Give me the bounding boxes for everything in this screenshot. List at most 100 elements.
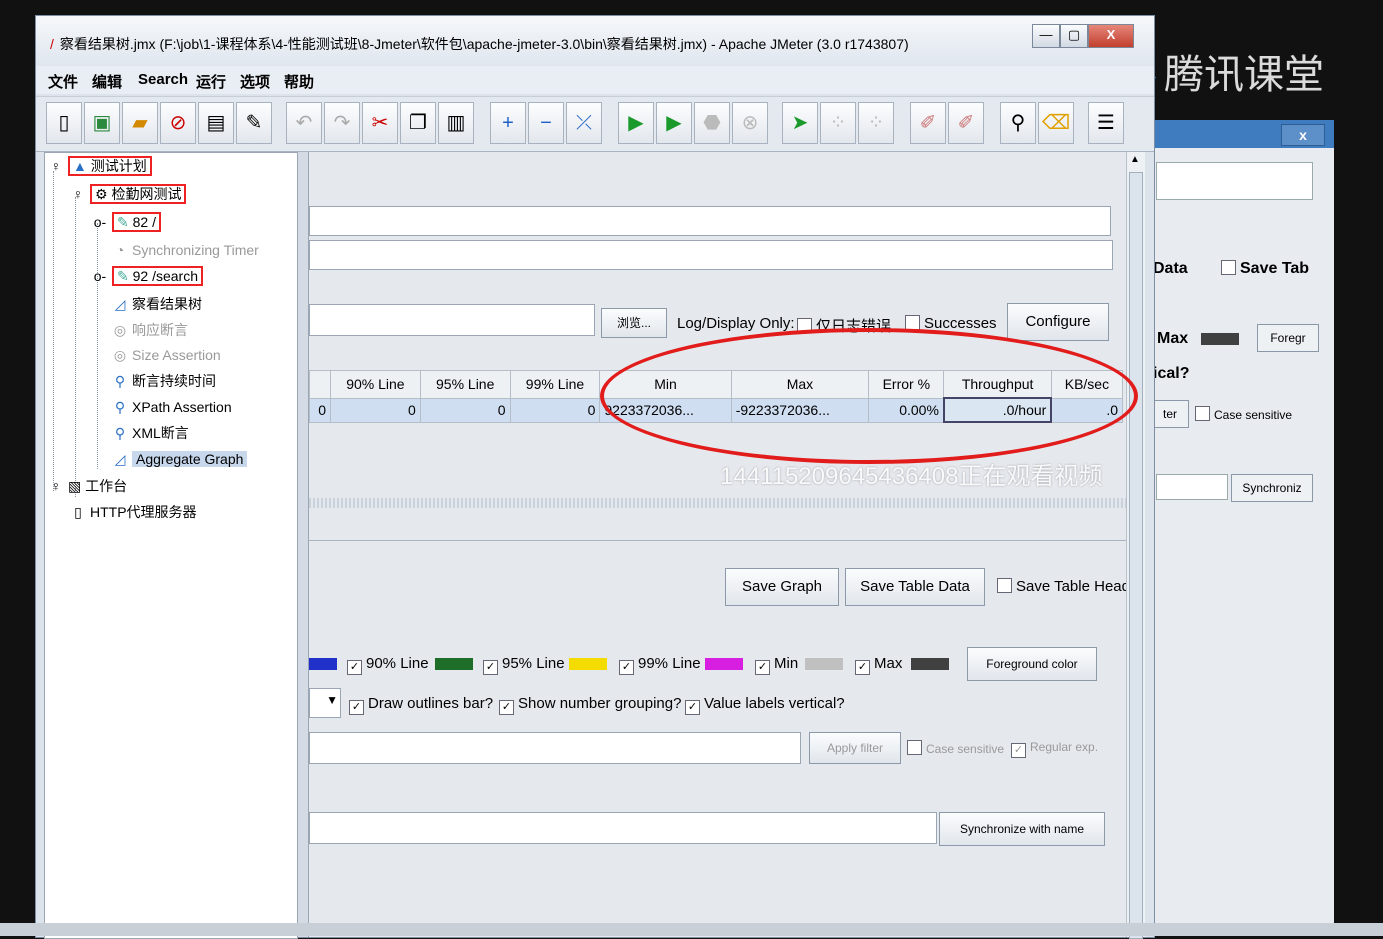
menu-run[interactable]: 运行 xyxy=(196,71,226,92)
horizontal-split-divider[interactable] xyxy=(309,498,1127,508)
viewer-watermark: 1441152096454364​08正在观看视频 xyxy=(720,463,1103,490)
draw-outlines-checkbox[interactable]: ✓ Draw outlines bar? xyxy=(349,695,493,715)
expand-icon[interactable]: + xyxy=(490,102,526,144)
name-field[interactable] xyxy=(309,206,1111,236)
redo-icon[interactable]: ↷ xyxy=(324,102,360,144)
save-table-data-button[interactable]: Save Table Data xyxy=(845,568,985,606)
background-foreground-button[interactable]: Foregr xyxy=(1257,324,1319,352)
column-header[interactable]: 99% Line xyxy=(509,370,601,399)
menu-file[interactable]: 文件 xyxy=(48,71,78,92)
save-as-icon[interactable]: ✎ xyxy=(236,102,272,144)
window-title: / 察看结果树.jmx (F:\job\1-课程体系\4-性能测试班\8-Jmet… xyxy=(50,36,909,52)
templates-icon[interactable]: ▣ xyxy=(84,102,120,144)
background-close-button[interactable]: x xyxy=(1281,124,1325,146)
new-icon[interactable]: ▯ xyxy=(46,102,82,144)
case-sensitive-checkbox[interactable]: Case sensitive xyxy=(907,740,1004,756)
tree-node-duration-assertion[interactable]: ⚲ 断言持续时间 xyxy=(111,369,216,393)
expand-handle-icon: ♀ xyxy=(50,478,62,494)
series-min-checkbox[interactable]: ✓ Min xyxy=(755,655,798,675)
start-no-pause-icon[interactable]: ▶ xyxy=(656,102,692,144)
synchronize-button[interactable]: Synchronize with name xyxy=(939,812,1105,846)
menu-search[interactable]: Search xyxy=(138,71,188,88)
tree-node-size-assertion[interactable]: ◎ Size Assertion xyxy=(111,343,221,367)
magnifier-icon: ⚲ xyxy=(114,373,126,389)
undo-icon[interactable]: ↶ xyxy=(286,102,322,144)
shutdown-icon[interactable]: ⊗ xyxy=(732,102,768,144)
apply-filter-button[interactable]: Apply filter xyxy=(809,732,901,764)
configure-button[interactable]: Configure xyxy=(1007,303,1109,341)
tree-node-xpath-assertion[interactable]: ⚲ XPath Assertion xyxy=(111,395,232,419)
tree-node-view-results-tree[interactable]: ◿ 察看结果树 xyxy=(111,292,202,316)
tree-node-sampler-82[interactable]: o- ✎ 82 / xyxy=(91,210,161,234)
split-pane-divider[interactable] xyxy=(298,152,308,937)
tree-node-sampler-92[interactable]: o- ✎ 92 /search xyxy=(91,264,203,288)
sync-name-field[interactable] xyxy=(309,812,937,844)
paste-icon[interactable]: ▥ xyxy=(438,102,474,144)
clear-all-icon[interactable]: ✐ xyxy=(948,102,984,144)
background-case-sensitive[interactable]: Case sensitive xyxy=(1195,406,1292,422)
clear-icon[interactable]: ✐ xyxy=(910,102,946,144)
open-icon[interactable]: ▰ xyxy=(122,102,158,144)
comments-field[interactable] xyxy=(309,240,1113,270)
tree-node-xml-assertion[interactable]: ⚲ XML断言 xyxy=(111,421,189,445)
listener-icon: ◿ xyxy=(114,296,126,312)
save-table-header-checkbox[interactable]: Save Table Header xyxy=(997,578,1127,595)
filter-field[interactable] xyxy=(309,732,801,764)
series-90-checkbox[interactable]: ✓ 90% Line xyxy=(347,655,429,675)
series-99-checkbox[interactable]: ✓ 99% Line xyxy=(619,655,701,675)
save-graph-button[interactable]: Save Graph xyxy=(725,568,839,606)
number-grouping-checkbox[interactable]: ✓ Show number grouping? xyxy=(499,695,681,715)
column-header[interactable]: 90% Line xyxy=(330,370,421,399)
jmeter-feather-icon: / xyxy=(50,36,54,52)
series-max-checkbox[interactable]: ✓ Max xyxy=(855,655,902,675)
tree-node-aggregate-graph[interactable]: ◿ Aggregate Graph xyxy=(111,447,248,471)
tree-line xyxy=(53,171,54,491)
sampler-icon: ✎ xyxy=(117,268,129,284)
vertical-scrollbar[interactable]: ▲ xyxy=(1126,152,1145,939)
background-filter-button[interactable]: ter xyxy=(1151,400,1189,428)
background-save-tab[interactable]: Save Tab xyxy=(1221,260,1309,278)
background-max-label: Max xyxy=(1157,330,1189,347)
background-field[interactable] xyxy=(1156,162,1313,200)
scroll-up-icon[interactable]: ▲ xyxy=(1130,154,1140,165)
toggle-icon[interactable]: ⤫ xyxy=(566,102,602,144)
menu-help[interactable]: 帮助 xyxy=(284,71,314,92)
filename-field[interactable] xyxy=(309,304,595,336)
search-icon[interactable]: ⚲ xyxy=(1000,102,1036,144)
close-button[interactable]: X xyxy=(1088,24,1134,48)
series-95-checkbox[interactable]: ✓ 95% Line xyxy=(483,655,565,675)
column-header[interactable]: 95% Line xyxy=(419,370,511,399)
tree-node-response-assertion[interactable]: ◎ 响应断言 xyxy=(111,318,188,342)
table-cell: 0 xyxy=(509,397,601,423)
cut-icon[interactable]: ✂ xyxy=(362,102,398,144)
tree-node-thread-group[interactable]: ♀ ⚙ 检勤网测试 xyxy=(69,182,187,206)
tree-node-sync-timer[interactable]: ◔ Synchronizing Timer xyxy=(111,238,259,262)
menu-edit[interactable]: 编辑 xyxy=(92,71,122,92)
scrollbar-thumb[interactable] xyxy=(1129,172,1143,939)
remote-stop-icon[interactable]: ⁘ xyxy=(820,102,856,144)
reset-search-icon[interactable]: ⌫ xyxy=(1038,102,1074,144)
labels-vertical-checkbox[interactable]: ✓ Value labels vertical? xyxy=(685,695,845,715)
remote-start-icon[interactable]: ➤ xyxy=(782,102,818,144)
font-select[interactable]: ▼ xyxy=(309,688,341,718)
tree-node-http-proxy[interactable]: ▯ HTTP代理服务器 xyxy=(69,500,196,524)
minimize-button[interactable]: — xyxy=(1032,24,1060,48)
series-95-swatch xyxy=(569,658,607,670)
menu-options[interactable]: 选项 xyxy=(240,71,270,92)
close-file-icon[interactable]: ⊘ xyxy=(160,102,196,144)
copy-icon[interactable]: ❐ xyxy=(400,102,436,144)
tree-node-workbench[interactable]: ♀ ▧ 工作台 xyxy=(47,474,127,498)
maximize-button[interactable]: ▢ xyxy=(1060,24,1088,48)
tree-node-test-plan[interactable]: ♀ ▲ 测试计划 xyxy=(47,154,152,178)
background-sync-button[interactable]: Synchroniz xyxy=(1231,474,1313,502)
regular-exp-checkbox[interactable]: ✓ Regular exp. xyxy=(1011,740,1098,758)
collapse-icon[interactable]: − xyxy=(528,102,564,144)
foreground-color-button[interactable]: Foreground color xyxy=(967,647,1097,681)
start-icon[interactable]: ▶ xyxy=(618,102,654,144)
browse-button[interactable]: 浏览... xyxy=(601,308,667,338)
remote-shutdown-icon[interactable]: ⁘ xyxy=(858,102,894,144)
stop-icon[interactable]: ⬣ xyxy=(694,102,730,144)
background-sync-field[interactable] xyxy=(1156,474,1228,500)
function-helper-icon[interactable]: ☰ xyxy=(1088,102,1124,144)
save-icon[interactable]: ▤ xyxy=(198,102,234,144)
